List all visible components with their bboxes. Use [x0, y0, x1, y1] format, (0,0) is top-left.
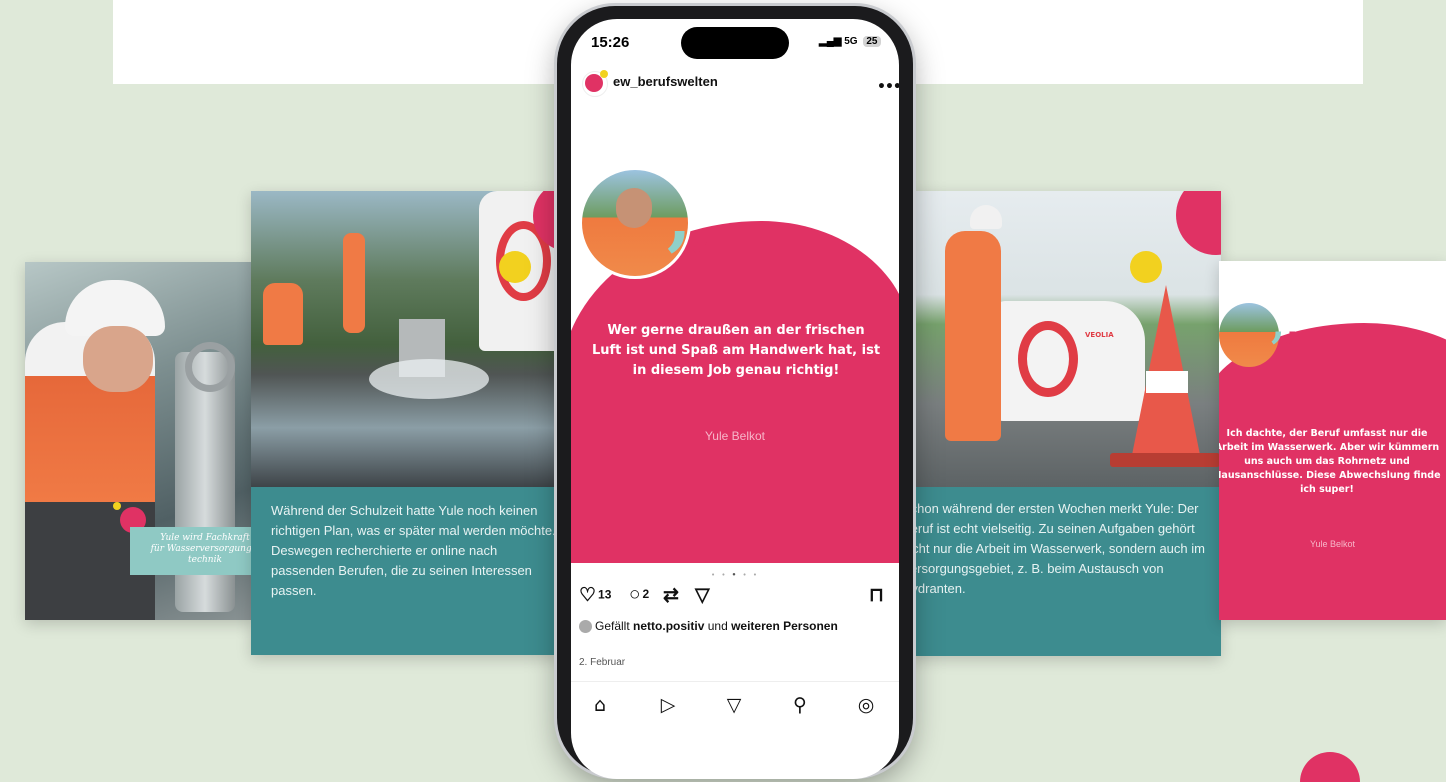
card1-label-line1: Yule wird Fachkraft [160, 533, 250, 543]
search-icon[interactable]: ⚲ [785, 694, 815, 716]
likes-others[interactable]: weiteren Personen [731, 619, 838, 633]
hydrant-flush-photo [251, 191, 561, 487]
post-quote-author: Yule Belkot [704, 429, 766, 443]
heart-icon: ♡ [579, 585, 597, 606]
home-icon[interactable]: ⌂ [585, 694, 615, 716]
card1-label-line2: für Wasserversorgungs- [150, 544, 255, 554]
comment-count: 2 [642, 587, 650, 602]
helmet-icon [970, 205, 1002, 229]
direct-send-icon[interactable]: ▽ [719, 694, 749, 716]
pink-fill [571, 361, 899, 563]
carousel-card-4: VEOLIA Schon während der ersten Wochen m… [910, 191, 1221, 656]
repost-icon: ⇄ [663, 585, 679, 606]
card5-quote-author: Yule Belkot [1309, 539, 1356, 549]
valve-wheel-icon [185, 342, 235, 392]
portrait-face [616, 188, 652, 228]
like-button[interactable]: ♡ 13 [579, 584, 611, 607]
carousel-dots: • • • • • [711, 571, 759, 579]
post-image[interactable]: ,, Wer gerne draußen an der frischen Luf… [571, 111, 899, 563]
reels-icon[interactable]: ▷ [653, 694, 683, 716]
more-horizontal-icon[interactable]: ••• [877, 79, 899, 95]
card1-label-line3: technik [188, 555, 222, 565]
pink-arc [1176, 191, 1221, 255]
card5-quote-text: Ich dachte, der Beruf umfasst nur die Ar… [1219, 428, 1441, 495]
send-icon: ▽ [695, 585, 710, 606]
post-username[interactable]: ew_berufswelten [613, 74, 718, 89]
phone-screen: 15:26 ▂▄▆ 5G 25 ew_berufswelten ••• ,, W… [571, 19, 899, 779]
likes-user[interactable]: netto.positiv [633, 619, 704, 633]
standing-worker [343, 233, 365, 333]
likes-prefix: Gefällt [595, 619, 630, 633]
repost-button[interactable]: ⇄ [663, 584, 681, 607]
bookmark-icon: ⊓ [869, 585, 884, 606]
carousel-card-1: Yule wird Fachkraft für Wasserversorgung… [25, 262, 255, 620]
battery-badge: 25 [863, 36, 881, 47]
likes-line: Gefällt netto.positiv und weiteren Perso… [579, 619, 838, 634]
pink-corner-arc [1300, 752, 1360, 782]
carousel-card-5: ,, Ich dachte, der Beruf umfasst nur die… [1219, 261, 1446, 620]
card1-title-label: Yule wird Fachkraft für Wasserversorgung… [130, 527, 255, 575]
yellow-dot [499, 251, 531, 283]
card2-caption-box: Während der Schulzeit hatte Yule noch ke… [251, 487, 561, 655]
dynamic-island [681, 27, 789, 59]
likes-middle: und [707, 619, 728, 633]
van-logo-icon [1018, 321, 1078, 397]
worker-face [83, 326, 153, 392]
signal-icon: ▂▄▆ [819, 36, 842, 47]
like-count: 13 [598, 587, 612, 602]
share-button[interactable]: ▽ [695, 584, 712, 607]
network-label: 5G [844, 36, 858, 47]
status-time: 15:26 [591, 34, 630, 51]
worker-figure [945, 231, 1001, 441]
profile-avatar[interactable] [582, 70, 608, 97]
post-quote-text: Wer gerne draußen an der frischen Luft i… [591, 323, 881, 378]
comment-button[interactable]: ○ 2 [629, 584, 649, 606]
card4-caption-box: Schon während der ersten Wochen merkt Yu… [910, 487, 1221, 656]
status-indicators: ▂▄▆ 5G 25 [819, 36, 881, 47]
bottom-nav: ⌂ ▷ ▽ ⚲ ◎ [571, 681, 899, 730]
cone-band [1146, 371, 1188, 393]
post-date: 2. Februar [579, 657, 626, 668]
card4-caption-text: Schon während der ersten Wochen merkt Yu… [910, 501, 1205, 596]
profile-icon[interactable]: ◎ [851, 694, 881, 716]
yellow-dot [113, 502, 121, 510]
yellow-dot [1130, 251, 1162, 283]
water-splash [369, 359, 489, 399]
carousel-card-2: Während der Schulzeit hatte Yule noch ke… [251, 191, 561, 655]
post-header: ew_berufswelten ••• [571, 70, 899, 111]
quote-mark-icon: ,, [667, 176, 716, 259]
traffic-cone-icon [1132, 285, 1200, 455]
comment-icon: ○ [629, 584, 641, 605]
van-brand-text: VEOLIA [1085, 331, 1114, 339]
card2-caption-text: Während der Schulzeit hatte Yule noch ke… [271, 503, 556, 598]
portrait-photo [1219, 303, 1279, 367]
liker-avatar [579, 620, 592, 634]
quote-mark-icon: ,, [1271, 301, 1299, 348]
post-actions: ♡ 13 ○ 2 ⇄ ▽ ⊓ [579, 584, 891, 610]
save-button[interactable]: ⊓ [869, 584, 886, 607]
hydrant-work-photo: VEOLIA [910, 191, 1221, 487]
cone-base [1110, 453, 1220, 467]
kneeling-worker [263, 283, 303, 345]
